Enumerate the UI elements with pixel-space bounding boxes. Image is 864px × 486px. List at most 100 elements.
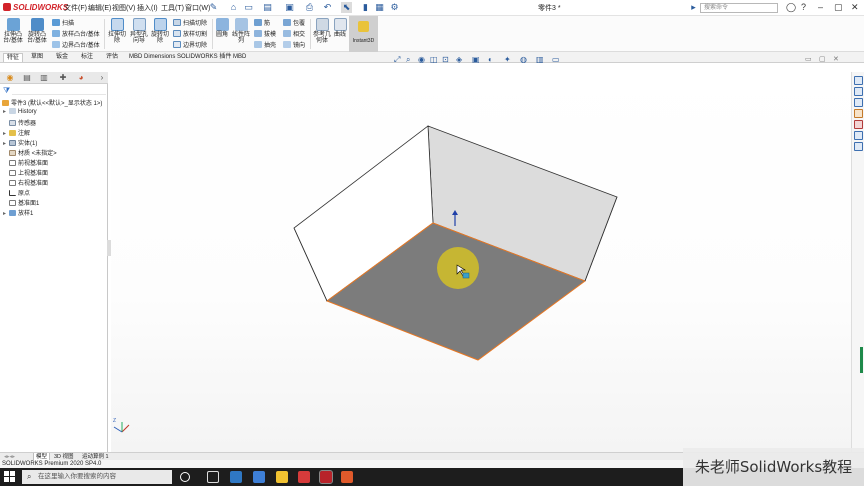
wrap-button[interactable]: 包覆	[283, 18, 305, 27]
configuration-manager-tab-icon[interactable]: ▥	[37, 73, 51, 83]
solidworks-app-icon[interactable]	[319, 470, 333, 484]
task-view-icon[interactable]	[207, 471, 219, 483]
tree-item-front-plane[interactable]: 前视基准面	[3, 158, 48, 167]
app-icon[interactable]	[341, 471, 353, 483]
app-icon[interactable]	[298, 471, 310, 483]
extrude-cut-button[interactable]: 拉伸切除	[106, 18, 128, 44]
linear-pattern-button[interactable]: 线性阵列	[232, 18, 250, 44]
tab-solidworks-addins[interactable]: SOLIDWORKS 插件	[174, 53, 234, 62]
feature-manager-tab-icon[interactable]: ◉	[3, 73, 17, 83]
solidworks-logo[interactable]: SOLIDWORKS	[3, 3, 68, 12]
mirror-button[interactable]: 镜向	[283, 40, 305, 49]
open-file-icon[interactable]: ▤	[262, 2, 273, 13]
print-icon[interactable]: ⎙	[304, 2, 315, 13]
restore-icon[interactable]: ▢	[834, 2, 843, 13]
fillet-button[interactable]: 圆角	[214, 18, 230, 38]
viewport-tile-icon[interactable]: ▢	[819, 55, 826, 63]
save-icon[interactable]: ▣	[284, 2, 295, 13]
windows-start-icon[interactable]	[4, 471, 16, 483]
home-icon[interactable]: ⌂	[228, 2, 239, 13]
tree-item-material[interactable]: 材质 <未指定>	[3, 148, 57, 157]
tab-sketch[interactable]: 草图	[28, 53, 46, 62]
plane-icon	[9, 180, 16, 186]
revolve-cut-button[interactable]: 旋转切除	[150, 18, 170, 44]
rib-button[interactable]: 筋	[254, 18, 270, 27]
file-properties-icon[interactable]: ▦	[374, 2, 385, 13]
graphics-area[interactable]: Z ▭ ▢ ✕	[111, 56, 851, 452]
tree-item-loft1[interactable]: ▸ 放样1	[3, 208, 33, 217]
file-explorer-icon[interactable]	[854, 98, 863, 107]
menu-file[interactable]: 文件(F)	[64, 3, 87, 13]
scroll-indicator[interactable]	[860, 347, 863, 373]
tree-item-sensors[interactable]: 传感器	[3, 118, 36, 127]
menu-view[interactable]: 视图(V)	[112, 3, 135, 13]
tree-item-history[interactable]: ▸ History	[3, 108, 37, 115]
dimxpert-tab-icon[interactable]: ✚	[56, 73, 70, 83]
sweep-cut-button[interactable]: 扫描切除	[173, 18, 207, 27]
options-gear-icon[interactable]: ⚙	[389, 2, 400, 13]
undo-icon[interactable]: ↶	[322, 2, 333, 13]
model-view[interactable]: Z	[111, 63, 851, 452]
reference-geometry-button[interactable]: 参考几何体	[312, 18, 332, 44]
feature-tree-filter-input[interactable]	[12, 86, 106, 95]
curves-button[interactable]: 曲线	[333, 18, 347, 38]
display-manager-tab-icon[interactable]: ◕	[74, 73, 88, 83]
command-search-input[interactable]: 搜索命令	[700, 3, 778, 13]
tab-mbd-dimensions[interactable]: MBD Dimensions	[126, 53, 178, 62]
loft-boss-button[interactable]: 放样凸台/基体	[52, 29, 100, 38]
instant3d-button[interactable]: Instant3D	[349, 16, 378, 52]
tab-mbd[interactable]: MBD	[230, 53, 249, 62]
part-icon	[2, 100, 9, 106]
tree-item-solid-bodies[interactable]: ▸ 实体(1)	[3, 138, 37, 147]
menu-tools[interactable]: 工具(T)	[161, 3, 184, 13]
boundary-cut-button[interactable]: 边界切除	[173, 40, 207, 49]
taskbar-search-input[interactable]: ⌕ 在这里输入你要搜索的内容	[22, 470, 172, 484]
tree-root-part[interactable]: 零件3 (默认<<默认>_显示状态 1>)	[2, 98, 102, 107]
tab-markup[interactable]: 标注	[78, 53, 96, 62]
tree-item-right-plane[interactable]: 右视基准面	[3, 178, 48, 187]
file-explorer-app-icon[interactable]	[276, 471, 288, 483]
draft-button[interactable]: 拔模	[254, 29, 276, 38]
traffic-light-icon[interactable]: ▮	[360, 2, 371, 13]
new-file-icon[interactable]: ▭	[243, 2, 254, 13]
pin-icon[interactable]: ✎	[208, 2, 219, 13]
appearances-icon[interactable]	[854, 120, 863, 129]
filter-icon[interactable]: ⧩	[3, 86, 10, 96]
design-library-icon[interactable]	[854, 87, 863, 96]
extrude-boss-button[interactable]: 拉伸凸台/基体	[2, 18, 24, 44]
viewport-restore-icon[interactable]: ▭	[805, 55, 812, 63]
help-icon[interactable]: ?	[801, 2, 806, 12]
panel-expand-icon[interactable]: ›	[95, 73, 109, 83]
expand-arrow-icon[interactable]: ▸	[688, 2, 699, 13]
view-palette-icon[interactable]	[854, 109, 863, 118]
revolve-boss-button[interactable]: 旋转凸台/基体	[26, 18, 48, 44]
tree-item-annotations[interactable]: ▸ 注解	[3, 128, 30, 137]
menu-edit[interactable]: 编辑(E)	[88, 3, 111, 13]
tab-features[interactable]: 特征	[3, 53, 24, 62]
store-app-icon[interactable]	[230, 471, 242, 483]
viewport-close-icon[interactable]: ✕	[833, 55, 839, 63]
sweep-button[interactable]: 扫描	[52, 18, 74, 27]
tree-item-origin[interactable]: 原点	[3, 188, 30, 197]
menu-window[interactable]: 窗口(W)	[185, 3, 210, 13]
boundary-boss-button[interactable]: 边界凸台/基体	[52, 40, 100, 49]
cortana-icon[interactable]	[180, 472, 190, 482]
tab-sheet-metal[interactable]: 钣金	[53, 53, 71, 62]
intersect-button[interactable]: 相交	[283, 29, 305, 38]
tab-evaluate[interactable]: 评估	[103, 53, 121, 62]
close-icon[interactable]: ✕	[851, 2, 859, 13]
user-icon[interactable]: ◯	[786, 2, 796, 13]
tree-item-top-plane[interactable]: 上视基准面	[3, 168, 48, 177]
property-manager-tab-icon[interactable]: ▤	[20, 73, 34, 83]
custom-properties-icon[interactable]	[854, 131, 863, 140]
app-icon[interactable]	[253, 471, 265, 483]
solidworks-resources-icon[interactable]	[854, 76, 863, 85]
tree-item-plane1[interactable]: 基准面1	[3, 198, 39, 207]
menu-insert[interactable]: 插入(I)	[137, 3, 158, 13]
hole-wizard-button[interactable]: 异型孔向导	[129, 18, 149, 44]
loft-cut-button[interactable]: 放样切割	[173, 29, 207, 38]
forum-icon[interactable]	[854, 142, 863, 151]
select-pointer-icon[interactable]: ⬉	[341, 2, 352, 13]
shell-button[interactable]: 抽壳	[254, 40, 276, 49]
minimize-icon[interactable]: –	[818, 2, 823, 12]
